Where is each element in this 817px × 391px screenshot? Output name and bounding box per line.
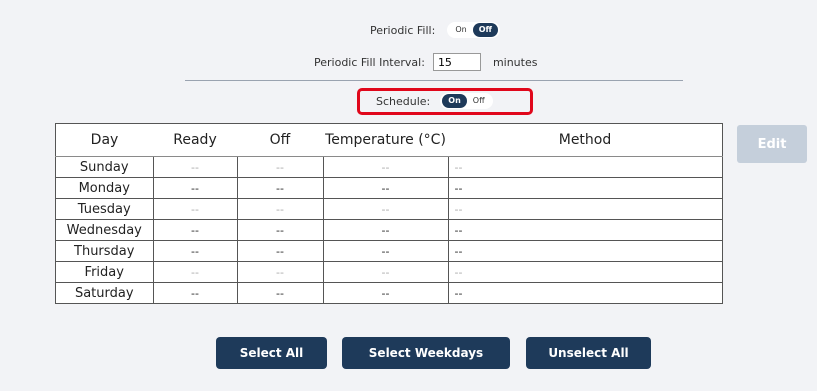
periodic-fill-row: Periodic Fill: On Off (370, 22, 500, 38)
ready-cell: -- (153, 240, 237, 262)
off-cell: -- (236, 177, 323, 199)
ready-cell: -- (153, 156, 237, 178)
temperature-cell: -- (322, 261, 448, 283)
interval-unit-label: minutes (492, 55, 538, 69)
header-ready: Ready (153, 123, 237, 157)
table-row[interactable]: Friday -- -- -- -- (55, 261, 723, 283)
ready-cell: -- (153, 219, 237, 241)
schedule-label: Schedule: (376, 94, 431, 108)
header-temperature: Temperature (°C) (323, 123, 448, 157)
method-cell: -- (447, 156, 723, 178)
select-weekdays-button[interactable]: Select Weekdays (342, 337, 510, 369)
day-cell: Monday (55, 177, 154, 199)
schedule-row: Schedule: On Off (376, 93, 493, 109)
schedule-table: Day Ready Off Temperature (°C) Method Su… (55, 123, 723, 304)
table-row[interactable]: Wednesday -- -- -- -- (55, 219, 723, 241)
periodic-fill-label: Periodic Fill: (370, 23, 436, 37)
off-cell: -- (236, 198, 323, 220)
off-cell: -- (236, 240, 323, 262)
ready-cell: -- (153, 261, 237, 283)
periodic-fill-off-option[interactable]: Off (472, 23, 498, 37)
ready-cell: -- (153, 177, 237, 199)
table-header-row: Day Ready Off Temperature (°C) Method (55, 123, 723, 157)
table-row[interactable]: Thursday -- -- -- -- (55, 240, 723, 262)
day-cell: Friday (55, 261, 154, 283)
periodic-fill-interval-label: Periodic Fill Interval: (314, 55, 425, 69)
method-cell: -- (447, 282, 723, 304)
periodic-fill-on-option[interactable]: On (449, 23, 472, 37)
schedule-toggle[interactable]: On Off (440, 93, 493, 109)
table-row[interactable]: Saturday -- -- -- -- (55, 282, 723, 304)
off-cell: -- (236, 282, 323, 304)
method-cell: -- (447, 219, 723, 241)
day-cell: Tuesday (55, 198, 154, 220)
table-row[interactable]: Monday -- -- -- -- (55, 177, 723, 199)
table-row[interactable]: Sunday -- -- -- -- (55, 156, 723, 178)
day-cell: Wednesday (55, 219, 154, 241)
section-divider (185, 80, 683, 81)
method-cell: -- (447, 198, 723, 220)
day-cell: Saturday (55, 282, 154, 304)
header-off: Off (237, 123, 323, 157)
ready-cell: -- (153, 282, 237, 304)
temperature-cell: -- (322, 219, 448, 241)
method-cell: -- (447, 240, 723, 262)
method-cell: -- (447, 177, 723, 199)
periodic-fill-toggle[interactable]: On Off (447, 22, 500, 38)
temperature-cell: -- (322, 198, 448, 220)
day-cell: Thursday (55, 240, 154, 262)
unselect-all-button[interactable]: Unselect All (526, 337, 651, 369)
edit-button[interactable]: Edit (737, 125, 807, 163)
header-method: Method (448, 123, 723, 157)
off-cell: -- (236, 261, 323, 283)
periodic-fill-interval-input[interactable] (432, 53, 481, 71)
off-cell: -- (236, 219, 323, 241)
method-cell: -- (447, 261, 723, 283)
table-row[interactable]: Tuesday -- -- -- -- (55, 198, 723, 220)
temperature-cell: -- (322, 282, 448, 304)
ready-cell: -- (153, 198, 237, 220)
schedule-off-option[interactable]: Off (467, 94, 491, 108)
off-cell: -- (236, 156, 323, 178)
schedule-on-option[interactable]: On (442, 94, 467, 108)
temperature-cell: -- (322, 177, 448, 199)
temperature-cell: -- (322, 156, 448, 178)
periodic-fill-interval-row: Periodic Fill Interval: minutes (314, 53, 537, 71)
header-day: Day (55, 123, 153, 157)
temperature-cell: -- (322, 240, 448, 262)
select-all-button[interactable]: Select All (216, 337, 327, 369)
day-cell: Sunday (55, 156, 154, 178)
